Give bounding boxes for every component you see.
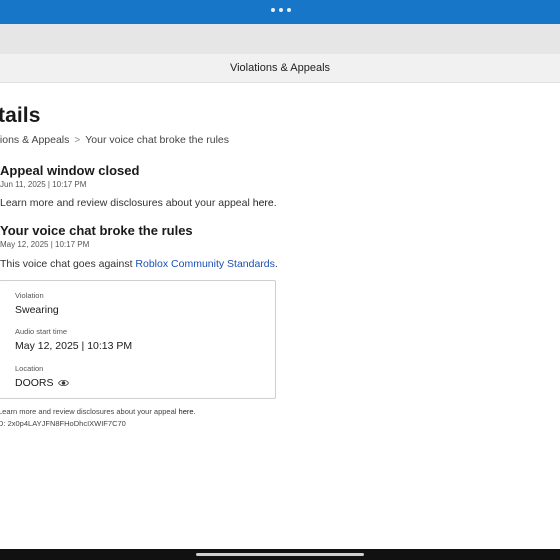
footer-disclosure-suffix: . — [193, 407, 196, 416]
browser-toolbar — [0, 24, 560, 54]
violation-label: Violation — [15, 291, 44, 300]
violation-date: May 12, 2025 | 10:17 PM — [0, 240, 90, 249]
footer-disclosure-prefix: Learn more and review disclosures about … — [0, 407, 179, 416]
breadcrumb-current: Your voice chat broke the rules — [85, 134, 230, 146]
location-value: DOORS — [15, 377, 54, 389]
more-dots-icon[interactable] — [271, 8, 291, 12]
footer-disclosure-text: Learn more and review disclosures about … — [0, 407, 196, 416]
appeal-disclosure-suffix: . — [273, 197, 277, 209]
footer-disclosure-link[interactable]: here — [179, 407, 194, 416]
violation-details-card: Violation Swearing Audio start time May … — [0, 280, 276, 399]
appeal-status-title: Appeal window closed — [0, 163, 140, 178]
violation-id: D: 2x0p4LAYJFN8FHoDhcIXWIF7C70 — [0, 419, 126, 428]
violation-description: This voice chat goes against Roblox Comm… — [0, 258, 278, 270]
chevron-right-icon: > — [74, 134, 81, 146]
eye-icon — [57, 378, 69, 390]
audio-start-label: Audio start time — [15, 327, 68, 336]
status-bar — [0, 0, 560, 24]
community-standards-link[interactable]: Roblox Community Standards — [135, 258, 274, 270]
appeal-disclosure-text: Learn more and review disclosures about … — [0, 197, 277, 209]
audio-start-value: May 12, 2025 | 10:13 PM — [15, 340, 133, 352]
location-value-row: DOORS — [15, 377, 69, 390]
violation-description-suffix: . — [274, 258, 278, 270]
appeal-disclosure-link[interactable]: here — [253, 197, 274, 209]
page-title: tails — [0, 104, 41, 127]
violation-description-prefix: This voice chat goes against — [0, 258, 136, 270]
violation-title: Your voice chat broke the rules — [0, 223, 193, 238]
appeal-disclosure-prefix: Learn more and review disclosures about … — [0, 197, 253, 209]
home-indicator[interactable] — [196, 553, 364, 556]
breadcrumb-parent-link[interactable]: tions & Appeals — [0, 134, 69, 146]
violation-value: Swearing — [15, 304, 59, 316]
breadcrumb: tions & Appeals > Your voice chat broke … — [0, 134, 229, 146]
page-header-title: Violations & Appeals — [229, 62, 331, 74]
location-label: Location — [15, 364, 44, 373]
appeal-status-date: Jun 11, 2025 | 10:17 PM — [0, 180, 87, 189]
title-bar: Violations & Appeals — [0, 54, 560, 83]
